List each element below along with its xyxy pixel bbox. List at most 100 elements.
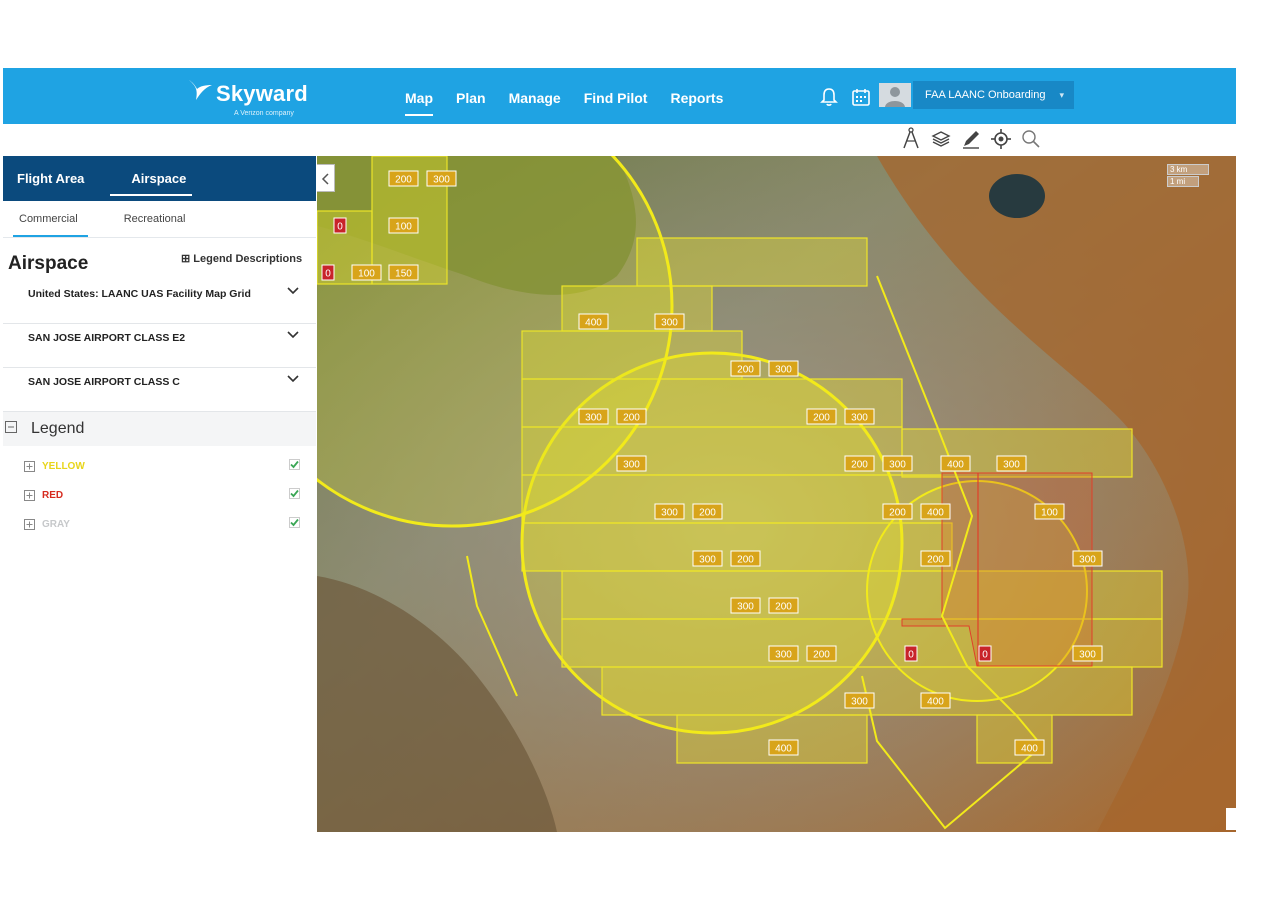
calendar-icon[interactable]	[850, 86, 872, 108]
grid-altitude-label: 300	[426, 170, 457, 187]
plus-box-icon[interactable]	[24, 519, 35, 530]
brand-name: Skyward	[216, 81, 308, 106]
user-silhouette-icon	[885, 87, 905, 107]
airspace-header: Airspace ⊞ Legend Descriptions	[3, 238, 316, 280]
grid-label-text: 200	[851, 460, 868, 471]
skyward-logo[interactable]: Skyward A Verizon company	[186, 74, 316, 120]
compass-icon[interactable]	[900, 126, 922, 152]
layers-icon[interactable]	[930, 126, 952, 152]
subtab-recreational[interactable]: Recreational	[88, 201, 196, 237]
nav-find-pilot[interactable]: Find Pilot	[584, 68, 648, 124]
plus-box-icon[interactable]	[24, 461, 35, 472]
legend-title: Legend	[31, 420, 85, 437]
grid-label-text: 300	[699, 555, 716, 566]
grid-altitude-label: 0	[904, 645, 918, 662]
locate-icon[interactable]	[990, 126, 1012, 152]
app-frame: Skyward A Verizon company Map Plan Manag…	[0, 0, 1280, 916]
grid-label-text: 0	[337, 222, 343, 233]
grid-label-text: 200	[813, 650, 830, 661]
grid-altitude-label: 300	[996, 455, 1027, 472]
accordion-label: SAN JOSE AIRPORT CLASS C	[28, 376, 180, 388]
grid-altitude-label: 400	[920, 692, 951, 709]
grid-label-text: 400	[585, 318, 602, 329]
chevron-down-icon	[287, 331, 299, 339]
grid-altitude-label: 400	[768, 739, 799, 756]
chevron-down-icon	[287, 287, 299, 295]
chevron-down-icon	[287, 375, 299, 383]
grid-label-text: 300	[775, 365, 792, 376]
scale-km: 3 km	[1167, 164, 1209, 175]
grid-label-text: 400	[775, 744, 792, 755]
airspace-title: Airspace	[8, 253, 89, 274]
grid-label-text: 0	[908, 650, 914, 661]
grid-label-text: 300	[1003, 460, 1020, 471]
grid-altitude-label: 300	[692, 550, 723, 567]
grid-altitude-label: 300	[882, 455, 913, 472]
grid-label-text: 100	[1041, 508, 1058, 519]
grid-altitude-label: 300	[730, 597, 761, 614]
top-navigation-bar: Skyward A Verizon company Map Plan Manag…	[3, 68, 1236, 124]
pencil-icon[interactable]	[960, 126, 982, 152]
grid-altitude-label: 200	[806, 645, 837, 662]
scale-mi: 1 mi	[1167, 176, 1199, 187]
grid-altitude-label: 100	[351, 264, 382, 281]
grid-label-text: 300	[851, 697, 868, 708]
grid-label-text: 300	[433, 175, 450, 186]
grid-altitude-label: 200	[730, 550, 761, 567]
chevron-left-icon	[321, 173, 329, 185]
account-dropdown[interactable]: FAA LAANC Onboarding ▾	[913, 81, 1074, 109]
plus-box-icon: ⊞	[181, 253, 191, 265]
nav-manage[interactable]: Manage	[509, 68, 561, 124]
subtab-commercial[interactable]: Commercial	[3, 201, 88, 237]
legend-item-gray: GRAY	[3, 510, 316, 539]
grid-label-text: 300	[1079, 650, 1096, 661]
tab-airspace[interactable]: Airspace	[98, 156, 200, 201]
checkbox-checked[interactable]	[289, 517, 300, 528]
grid-altitude-label: 200	[882, 503, 913, 520]
map-corner-control[interactable]	[1226, 808, 1236, 830]
nav-reports[interactable]: Reports	[670, 68, 723, 124]
avatar[interactable]	[879, 83, 911, 107]
grid-label-text: 200	[699, 508, 716, 519]
accordion-facility-map-grid[interactable]: United States: LAANC UAS Facility Map Gr…	[3, 280, 316, 324]
grid-altitude-label: 300	[844, 408, 875, 425]
grid-altitude-label: 400	[920, 503, 951, 520]
grid-altitude-label: 300	[768, 360, 799, 377]
grid-label-text: 100	[395, 222, 412, 233]
grid-altitude-label: 400	[1014, 739, 1045, 756]
nav-plan[interactable]: Plan	[456, 68, 486, 124]
grid-label-text: 0	[982, 650, 988, 661]
collapse-sidebar-button[interactable]	[317, 164, 335, 192]
grid-label-text: 200	[813, 413, 830, 424]
grid-label-text: 200	[395, 175, 412, 186]
search-icon[interactable]	[1020, 126, 1042, 152]
grid-altitude-label: 400	[940, 455, 971, 472]
tab-flight-area[interactable]: Flight Area	[3, 156, 98, 201]
grid-altitude-label: 150	[388, 264, 419, 281]
accordion-class-e2[interactable]: SAN JOSE AIRPORT CLASS E2	[3, 324, 316, 368]
nav-map[interactable]: Map	[405, 68, 433, 124]
sidebar: Flight Area Airspace Commercial Recreati…	[3, 156, 316, 832]
legend-descriptions-label: Legend Descriptions	[193, 253, 303, 265]
legend-item-label: RED	[42, 490, 64, 501]
bell-icon[interactable]	[818, 86, 840, 108]
grid-altitude-label: 0	[333, 217, 347, 234]
grid-label-text: 200	[737, 555, 754, 566]
legend-header[interactable]: Legend	[3, 412, 316, 446]
accordion-class-c[interactable]: SAN JOSE AIRPORT CLASS C	[3, 368, 316, 412]
legend-item-label: GRAY	[42, 519, 70, 530]
plus-box-icon[interactable]	[24, 490, 35, 501]
grid-label-text: 300	[851, 413, 868, 424]
checkbox-checked[interactable]	[289, 459, 300, 470]
grid-label-text: 0	[325, 269, 331, 280]
legend-item-label: YELLOW	[42, 461, 85, 472]
legend-descriptions-link[interactable]: ⊞ Legend Descriptions	[181, 252, 302, 265]
grid-label-text: 300	[661, 508, 678, 519]
grid-label-text: 200	[623, 413, 640, 424]
grid-altitude-label: 300	[1072, 645, 1103, 662]
grid-altitude-label: 100	[388, 217, 419, 234]
grid-labels-layer: 200 300 0 100 0 100 150 400 300 200 300 300 200 200 30…	[321, 170, 1103, 756]
grid-altitude-label: 100	[1034, 503, 1065, 520]
airspace-map[interactable]: 200 300 0 100 0 100 150 400 300 200 300 300 200 200 30…	[317, 156, 1236, 832]
checkbox-checked[interactable]	[289, 488, 300, 499]
